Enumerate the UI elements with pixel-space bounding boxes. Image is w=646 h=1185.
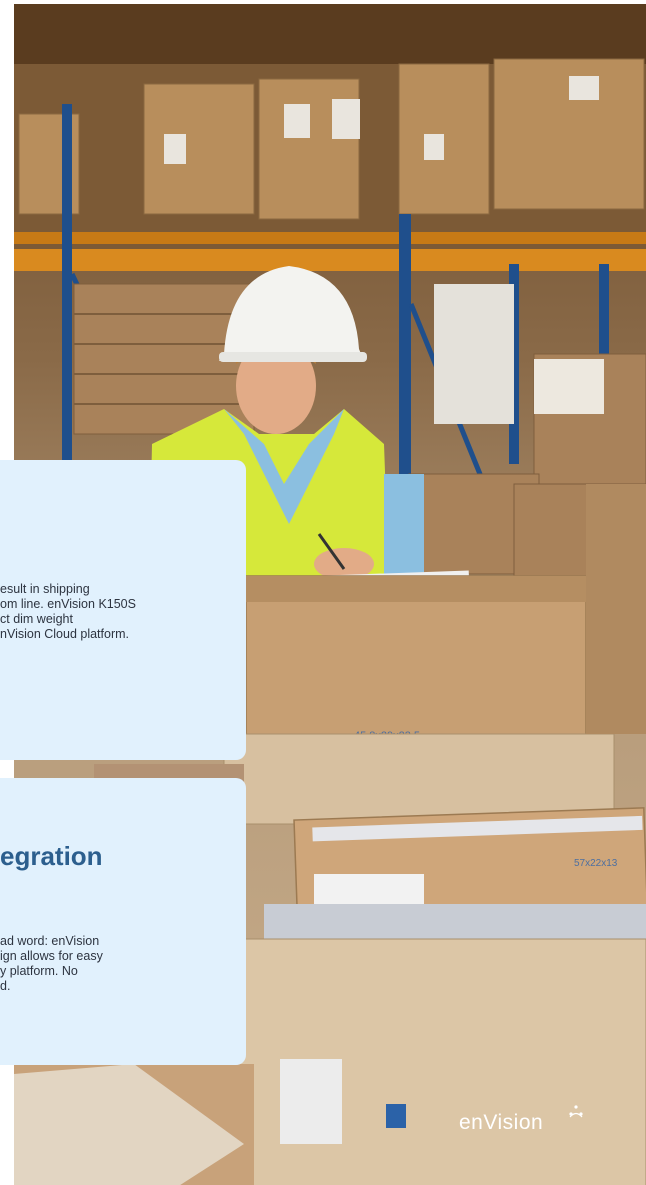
dimensioning-card: esult in shipping om line. enVision K150… [0, 460, 246, 760]
integration-card-body: ad word: enVision ign allows for easy y … [0, 934, 103, 993]
integration-card: egration ad word: enVision ign allows fo… [0, 778, 246, 1065]
envision-logo-icon [569, 1105, 583, 1118]
integration-card-heading: egration [0, 841, 103, 871]
dimensioning-card-body: esult in shipping om line. enVision K150… [0, 582, 136, 641]
envision-logo-text: enVision [459, 1111, 544, 1134]
box-b-label: 57x22x13 [574, 858, 618, 869]
